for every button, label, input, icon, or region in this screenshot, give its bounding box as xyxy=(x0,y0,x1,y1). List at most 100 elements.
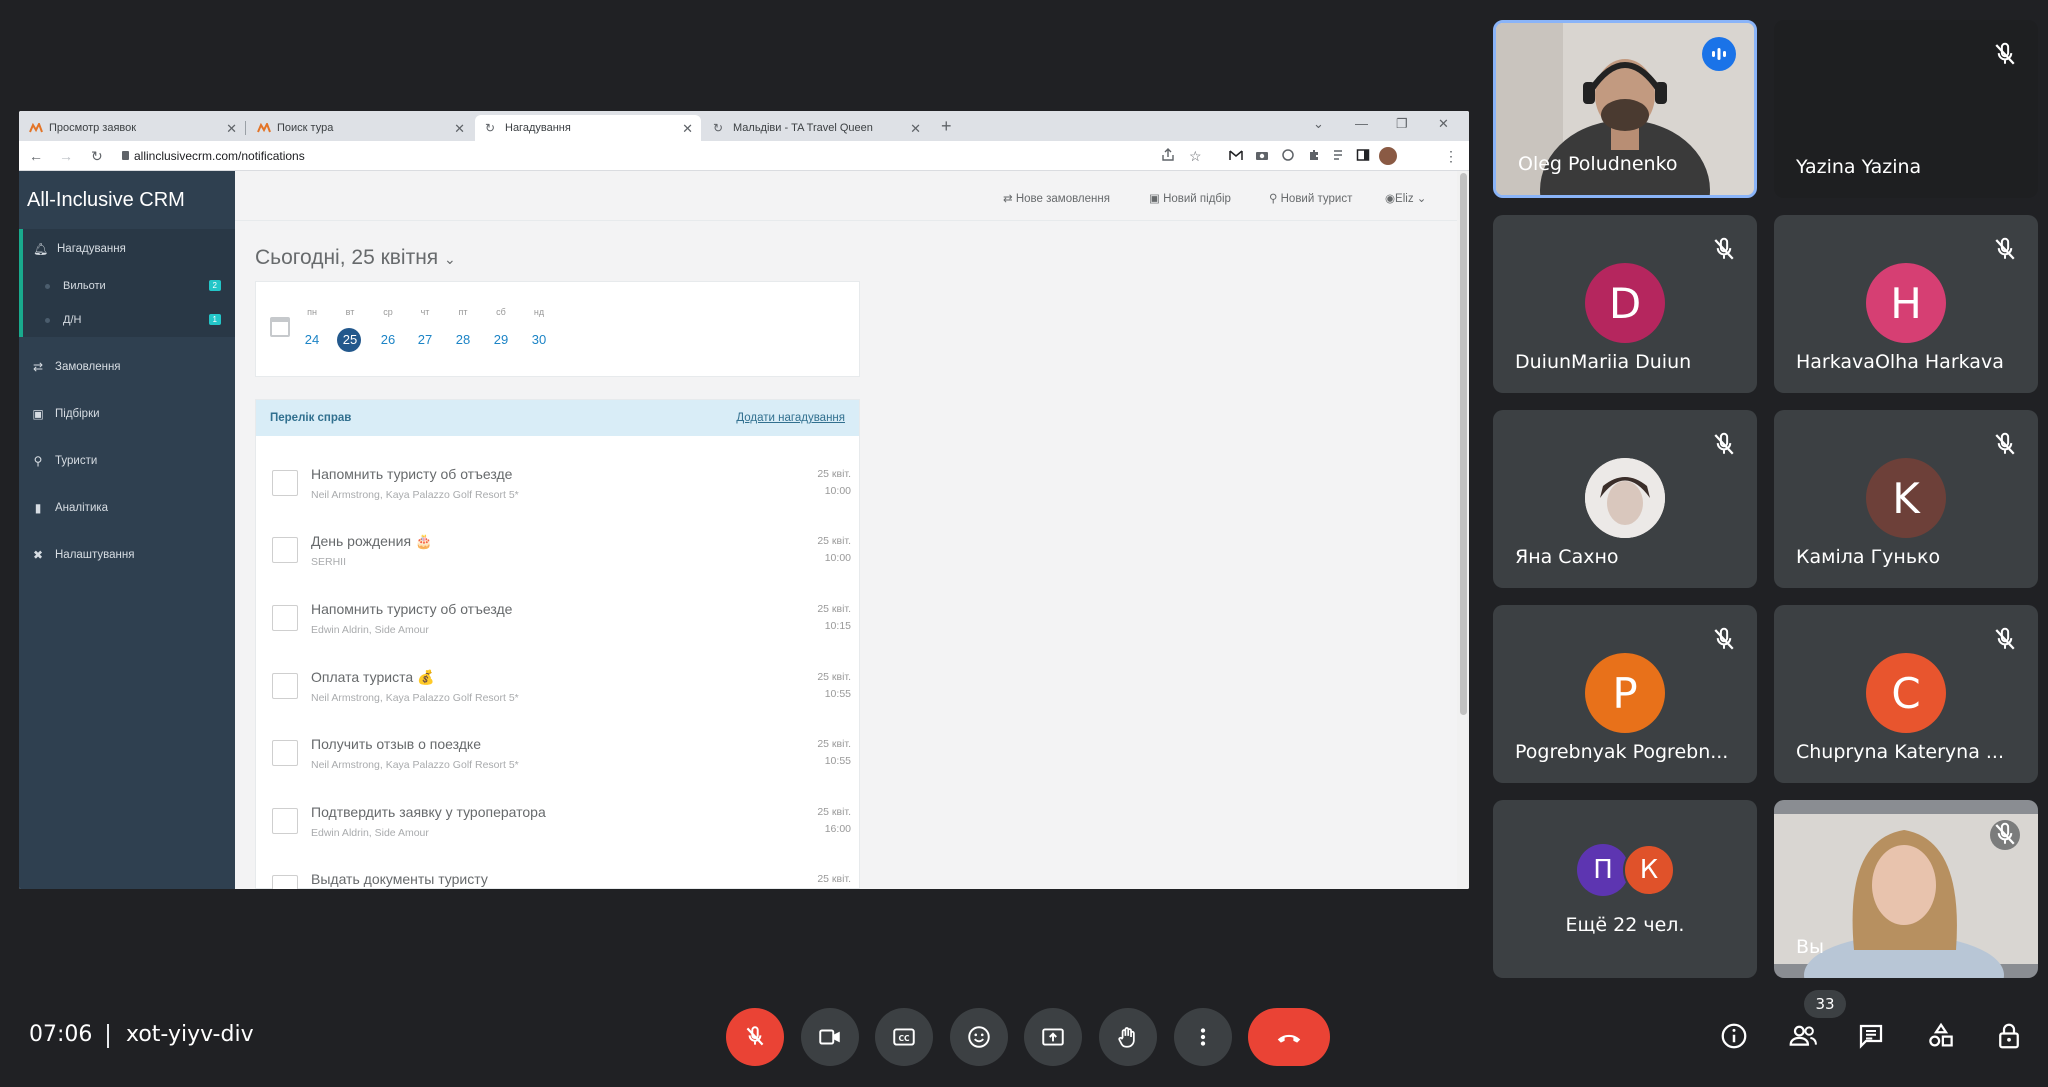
day-25[interactable]: 25 xyxy=(335,332,365,347)
sidebar-item-notifications[interactable]: 🔔︎ Нагадування xyxy=(19,229,235,269)
task-subtitle: Edwin Aldrin, Side Amour xyxy=(311,827,429,839)
task-checkbox[interactable] xyxy=(272,470,298,496)
user-menu[interactable]: ◉Eliz ⌄ xyxy=(1385,191,1426,205)
activities-button[interactable] xyxy=(1923,1018,1959,1054)
host-controls-button[interactable] xyxy=(1991,1018,2027,1054)
new-tourist-link[interactable]: ⚲ Новий турист xyxy=(1269,191,1352,205)
participant-tile[interactable]: Oleg Poludnenko xyxy=(1493,20,1757,198)
weekday-label: сб xyxy=(496,307,506,317)
task-title[interactable]: День рождения 🎂 xyxy=(311,533,432,550)
present-button[interactable] xyxy=(1024,1008,1082,1066)
gmail-icon[interactable] xyxy=(1229,148,1243,162)
add-reminder-link[interactable]: Додати нагадування xyxy=(736,412,845,424)
date-picker-title[interactable]: Сьогодні, 25 квітня ⌄ xyxy=(255,246,456,270)
day-24[interactable]: 24 xyxy=(297,332,327,347)
sidebar-item-orders[interactable]: ⇄ Замовлення xyxy=(19,347,235,387)
close-tab-icon[interactable]: ✕ xyxy=(910,121,921,137)
participant-tile[interactable]: D DuiunMariia Duiun xyxy=(1493,215,1757,393)
sidebar-subitem-birthdays[interactable]: Д/Н 1 xyxy=(19,303,235,337)
day-29[interactable]: 29 xyxy=(486,332,516,347)
sidebar-item-settings[interactable]: ✖ Налаштування xyxy=(19,535,235,575)
extension-sync-icon[interactable] xyxy=(1281,148,1295,162)
browser-tab-notifications[interactable]: ↻ Нагадування ✕ xyxy=(475,115,701,141)
sidepanel-icon[interactable] xyxy=(1356,148,1370,162)
page-scrollbar[interactable] xyxy=(1457,171,1469,889)
tab-search-icon[interactable]: ⌄ xyxy=(1313,116,1324,132)
camera-toggle-button[interactable] xyxy=(801,1008,859,1066)
mic-off-icon xyxy=(1995,627,2015,650)
puzzle-icon[interactable] xyxy=(1307,148,1321,162)
people-button[interactable] xyxy=(1785,1018,1821,1054)
new-selection-link[interactable]: ▣ Новий підбір xyxy=(1149,191,1231,205)
reactions-button[interactable] xyxy=(950,1008,1008,1066)
weekday-label: нд xyxy=(533,307,545,317)
walker-icon: ⚲ xyxy=(1269,193,1281,205)
forward-icon[interactable]: → xyxy=(59,148,73,164)
task-title[interactable]: Напомнить туристу об отъезде xyxy=(311,601,512,617)
sidebar-item-tourists[interactable]: ⚲ Туристи xyxy=(19,441,235,481)
self-tile[interactable]: Вы xyxy=(1774,800,2038,978)
task-title[interactable]: Подтвердить заявку у туроператора xyxy=(311,804,546,820)
task-title[interactable]: Получить отзыв о поездке xyxy=(311,736,481,752)
profile-avatar[interactable] xyxy=(1379,147,1397,165)
captions-button[interactable]: CC xyxy=(875,1008,933,1066)
sidebar-item-selections[interactable]: ▣ Підбірки xyxy=(19,394,235,434)
share-icon[interactable] xyxy=(1161,148,1175,162)
raise-hand-button[interactable] xyxy=(1099,1008,1157,1066)
end-call-button[interactable] xyxy=(1248,1008,1330,1066)
sidebar-item-analytics[interactable]: ▮ Аналітика xyxy=(19,488,235,528)
day-28[interactable]: 28 xyxy=(448,332,478,347)
browser-tab-requests[interactable]: Просмотр заявок ✕ xyxy=(19,115,246,141)
minimize-button[interactable]: — xyxy=(1355,116,1368,131)
meeting-details-button[interactable] xyxy=(1716,1018,1752,1054)
scrollbar-thumb[interactable] xyxy=(1460,173,1467,715)
camera-icon[interactable] xyxy=(1255,148,1269,162)
reload-icon[interactable]: ↻ xyxy=(91,148,103,165)
lock-icon xyxy=(122,151,129,160)
participant-name: Pogrebnyak Pogrebn... xyxy=(1515,741,1729,763)
participant-tile[interactable]: H HarkavaOlha Harkava xyxy=(1774,215,2038,393)
mic-toggle-button[interactable] xyxy=(726,1008,784,1066)
sidebar-subitem-departures[interactable]: Вильоти 2 xyxy=(19,269,235,303)
bookmark-star-icon[interactable]: ☆ xyxy=(1189,148,1202,165)
playlist-icon[interactable] xyxy=(1332,148,1346,162)
day-30[interactable]: 30 xyxy=(524,332,554,347)
close-tab-icon[interactable]: ✕ xyxy=(454,121,465,137)
day-26[interactable]: 26 xyxy=(373,332,403,347)
participant-tile[interactable]: Яна Сахно xyxy=(1493,410,1757,588)
task-checkbox[interactable] xyxy=(272,740,298,766)
participant-name: Chupryna Kateryna ... xyxy=(1796,741,2004,763)
mic-off-icon xyxy=(1714,627,1734,650)
url-field[interactable]: allinclusivecrm.com/notifications xyxy=(134,149,305,163)
participant-tile[interactable]: K Каміла Гунько xyxy=(1774,410,2038,588)
task-row: Напомнить туристу об отъезде Edwin Aldri… xyxy=(256,581,859,649)
close-window-button[interactable]: ✕ xyxy=(1438,116,1449,132)
browser-tab-search[interactable]: Поиск тура ✕ xyxy=(247,115,473,141)
task-title[interactable]: Напомнить туристу об отъезде xyxy=(311,466,512,482)
more-participants-label: Ещё 22 чел. xyxy=(1565,914,1685,936)
close-tab-icon[interactable]: ✕ xyxy=(682,121,693,137)
info-icon xyxy=(1721,1023,1747,1049)
participant-tile[interactable]: Yazina Yazina xyxy=(1774,20,2038,198)
task-title[interactable]: Оплата туриста 💰 xyxy=(311,669,434,686)
task-checkbox[interactable] xyxy=(272,605,298,631)
back-icon[interactable]: ← xyxy=(29,148,43,164)
task-title[interactable]: Выдать документы туристу xyxy=(311,871,488,887)
task-checkbox[interactable] xyxy=(272,537,298,563)
close-tab-icon[interactable]: ✕ xyxy=(226,121,237,137)
more-participants-tile[interactable]: П К Ещё 22 чел. xyxy=(1493,800,1757,978)
task-checkbox[interactable] xyxy=(272,673,298,699)
new-order-link[interactable]: ⇄ Нове замовлення xyxy=(1003,191,1110,205)
new-tab-button[interactable]: + xyxy=(941,116,952,137)
menu-kebab-icon[interactable]: ⋮ xyxy=(1444,148,1458,165)
day-27[interactable]: 27 xyxy=(410,332,440,347)
more-options-button[interactable] xyxy=(1174,1008,1232,1066)
restore-button[interactable]: ❐ xyxy=(1396,116,1408,132)
participant-tile[interactable]: P Pogrebnyak Pogrebn... xyxy=(1493,605,1757,783)
browser-tab-maldives[interactable]: ↻ Мальдіви - TA Travel Queen ✕ xyxy=(703,115,929,141)
task-checkbox[interactable] xyxy=(272,808,298,834)
task-checkbox[interactable] xyxy=(272,875,298,889)
participant-tile[interactable]: C Chupryna Kateryna ... xyxy=(1774,605,2038,783)
mic-off-icon xyxy=(1990,820,2020,850)
chat-button[interactable] xyxy=(1853,1018,1889,1054)
